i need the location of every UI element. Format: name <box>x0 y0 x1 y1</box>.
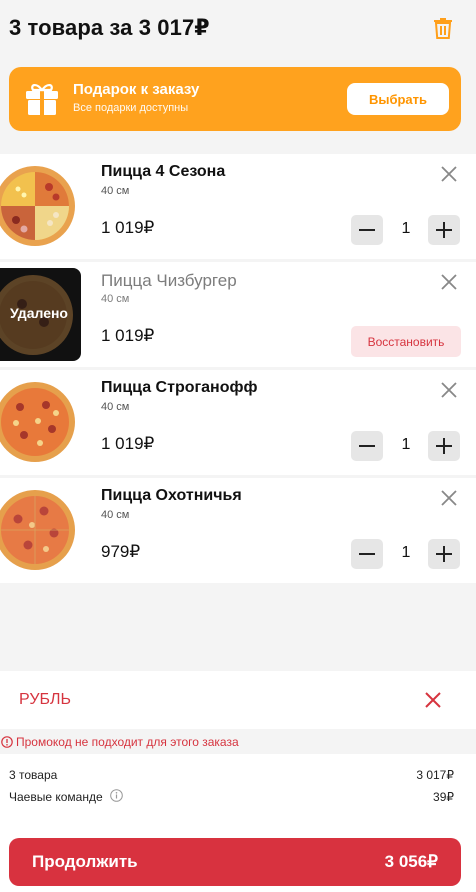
promo-code-value: РУБЛЬ <box>19 691 71 708</box>
item-quantity: 1 <box>401 544 411 561</box>
continue-label: Продолжить <box>32 852 138 871</box>
cart-header: 3 товара за 3 017₽ <box>0 0 476 58</box>
item-price: 1 019₽ <box>101 326 155 345</box>
order-total: 3 056₽ <box>384 852 438 871</box>
item-name: Пицца 4 Сезона <box>101 163 226 180</box>
cart-item: Пицца Строганофф 40 см 1 019₽ 1 <box>0 370 476 475</box>
tips-value: 39₽ <box>433 790 454 804</box>
cart-item: Пицца 4 Сезона 40 см 1 019₽ 1 <box>0 154 476 259</box>
increase-quantity-button[interactable] <box>428 539 460 569</box>
tips-label: Чаевые команде <box>9 790 103 804</box>
pizza-image <box>0 490 75 570</box>
restore-item-button[interactable]: Восстановить <box>351 326 461 357</box>
gift-icon <box>26 84 58 115</box>
close-icon[interactable] <box>440 489 458 507</box>
item-size: 40 см <box>101 401 130 413</box>
close-icon[interactable] <box>440 381 458 399</box>
item-price: 1 019₽ <box>101 218 155 237</box>
decrease-quantity-button[interactable] <box>351 215 383 245</box>
deleted-label: Удалено <box>9 305 68 321</box>
decrease-quantity-button[interactable] <box>351 431 383 461</box>
error-icon <box>1 736 13 748</box>
clear-promo-icon[interactable] <box>424 691 442 709</box>
items-total-value: 3 017₽ <box>416 768 454 782</box>
gift-subtitle: Все подарки доступны <box>73 102 189 114</box>
continue-button[interactable]: Продолжить 3 056₽ <box>9 838 461 886</box>
item-size: 40 см <box>101 509 130 521</box>
cart-item-deleted: Удалено Пицца Чизбургер 40 см 1 019₽ Вос… <box>0 262 476 367</box>
page-title: 3 товара за 3 017₽ <box>9 15 210 40</box>
info-icon[interactable] <box>110 789 123 802</box>
gift-title: Подарок к заказу <box>73 81 200 98</box>
deleted-thumbnail: Удалено <box>0 268 81 361</box>
item-quantity: 1 <box>401 220 411 237</box>
close-icon[interactable] <box>440 165 458 183</box>
increase-quantity-button[interactable] <box>428 431 460 461</box>
decrease-quantity-button[interactable] <box>351 539 383 569</box>
increase-quantity-button[interactable] <box>428 215 460 245</box>
item-name: Пицца Строганофф <box>101 379 258 396</box>
cart-item: Пицца Охотничья 40 см 979₽ 1 <box>0 478 476 583</box>
gift-banner[interactable]: Подарок к заказу Все подарки доступны Вы… <box>9 67 461 131</box>
pizza-image <box>0 166 75 246</box>
pizza-image <box>0 382 75 462</box>
item-name: Пицца Чизбургер <box>101 271 237 290</box>
items-count-label: 3 товара <box>9 768 58 782</box>
item-quantity: 1 <box>401 436 411 453</box>
close-icon[interactable] <box>440 273 458 291</box>
promo-code-field[interactable]: РУБЛЬ <box>0 671 476 729</box>
item-size: 40 см <box>101 185 130 197</box>
trash-icon[interactable] <box>433 17 453 39</box>
item-price: 979₽ <box>101 542 141 561</box>
item-name: Пицца Охотничья <box>101 487 242 504</box>
choose-gift-button[interactable]: Выбрать <box>347 83 449 115</box>
promo-error-text: Промокод не подходит для этого заказа <box>16 735 239 749</box>
item-size: 40 см <box>101 293 130 305</box>
promo-error: Промокод не подходит для этого заказа <box>0 733 476 751</box>
item-price: 1 019₽ <box>101 434 155 453</box>
